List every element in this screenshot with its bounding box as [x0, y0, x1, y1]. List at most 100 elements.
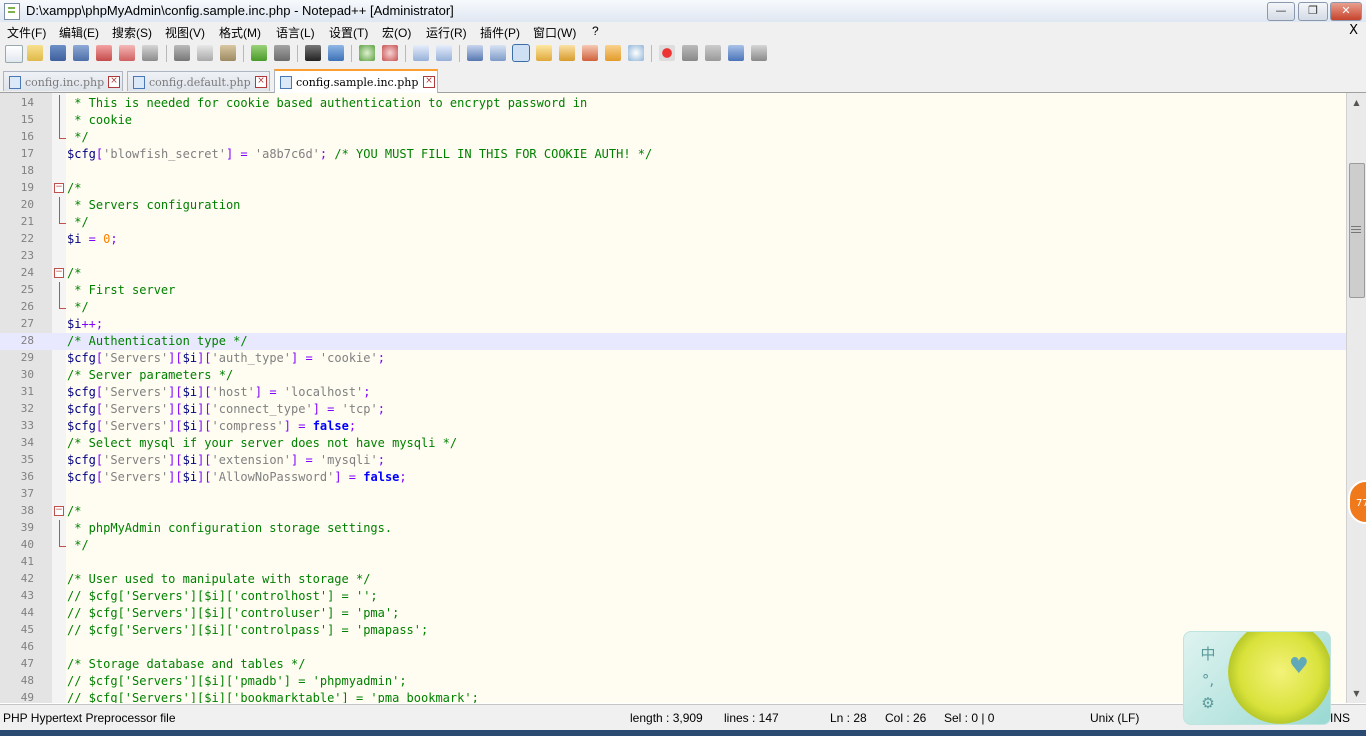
indent-guide-icon[interactable] [512, 44, 530, 62]
code-line[interactable]: 19 −/* [0, 180, 1346, 197]
save-macro-icon[interactable] [751, 45, 767, 61]
stop-macro-icon[interactable] [682, 45, 698, 61]
zoom-in-icon[interactable] [359, 45, 375, 61]
tab-config-inc-php[interactable]: config.inc.php × [3, 71, 123, 91]
open-file-icon[interactable] [27, 45, 43, 61]
code-line[interactable]: 16 */ [0, 129, 1346, 146]
menu-format[interactable]: 格式(M) [219, 24, 261, 41]
code-line[interactable]: 45 // $cfg['Servers'][$i]['controlpass'] … [0, 622, 1346, 639]
code-line[interactable]: 20 * Servers configuration [0, 197, 1346, 214]
fold-toggle-icon[interactable]: − [54, 183, 64, 193]
zoom-out-icon[interactable] [382, 45, 398, 61]
scroll-up-arrow-icon[interactable]: ▲ [1350, 96, 1363, 109]
folder-workspace-icon[interactable] [605, 45, 621, 61]
code-line[interactable]: 44 // $cfg['Servers'][$i]['controluser'] … [0, 605, 1346, 622]
function-list-icon[interactable] [582, 45, 598, 61]
menu-plugins[interactable]: 插件(P) [480, 24, 520, 41]
menu-edit[interactable]: 编辑(E) [59, 24, 99, 41]
word-wrap-icon[interactable] [467, 45, 483, 61]
ime-settings-icon[interactable]: ⚙ [1198, 693, 1218, 713]
menu-file[interactable]: 文件(F) [7, 24, 46, 41]
code-line[interactable]: 35 $cfg['Servers'][$i]['extension'] = 'my… [0, 452, 1346, 469]
menu-macro[interactable]: 宏(O) [382, 24, 411, 41]
tab-close-icon[interactable]: × [423, 76, 435, 88]
menu-help[interactable]: ? [592, 24, 599, 38]
code-line[interactable]: 33 $cfg['Servers'][$i]['compress'] = fals… [0, 418, 1346, 435]
sync-vertical-icon[interactable] [413, 45, 429, 61]
close-document-button[interactable]: X [1349, 23, 1358, 38]
close-icon[interactable] [96, 45, 112, 61]
close-all-icon[interactable] [119, 45, 135, 61]
code-line[interactable]: 24 −/* [0, 265, 1346, 282]
restore-button[interactable]: ❐ [1298, 2, 1328, 21]
scroll-down-arrow-icon[interactable]: ▼ [1350, 687, 1363, 700]
tab-config-sample-inc-php[interactable]: config.sample.inc.php × [274, 69, 438, 93]
code-line[interactable]: 30 /* Server parameters */ [0, 367, 1346, 384]
user-lang-icon[interactable] [536, 45, 552, 61]
code-line[interactable]: 32 $cfg['Servers'][$i]['connect_type'] = … [0, 401, 1346, 418]
chinese-mode-icon[interactable]: 中 [1198, 644, 1218, 664]
code-line[interactable]: 41 [0, 554, 1346, 571]
vertical-scrollbar[interactable]: ▲ ▼ [1346, 93, 1366, 703]
undo-icon[interactable] [251, 45, 267, 61]
code-line[interactable]: 14 * This is needed for cookie based aut… [0, 95, 1346, 112]
code-line[interactable]: 22 $i = 0; [0, 231, 1346, 248]
insert-mode-label[interactable]: INS [1330, 711, 1350, 725]
menu-search[interactable]: 搜索(S) [112, 24, 152, 41]
minimize-button[interactable]: — [1267, 2, 1295, 21]
close-window-button[interactable]: ✕ [1330, 2, 1362, 21]
tab-close-icon[interactable]: × [108, 76, 120, 88]
code-line[interactable]: 49 // $cfg['Servers'][$i]['bookmarktable'… [0, 690, 1346, 703]
code-line[interactable]: 40 */ [0, 537, 1346, 554]
new-file-icon[interactable] [5, 45, 23, 63]
tab-config-default-php[interactable]: config.default.php × [127, 71, 270, 91]
save-all-icon[interactable] [73, 45, 89, 61]
doc-map-icon[interactable] [559, 45, 575, 61]
fold-toggle-icon[interactable]: − [54, 506, 64, 516]
code-line[interactable]: 15 * cookie [0, 112, 1346, 129]
eol-format-label[interactable]: Unix (LF) [1090, 711, 1139, 725]
menu-settings[interactable]: 设置(T) [329, 24, 368, 41]
code-line[interactable]: 23 [0, 248, 1346, 265]
save-icon[interactable] [50, 45, 66, 61]
tab-close-icon[interactable]: × [255, 76, 267, 88]
code-line[interactable]: 27 $i++; [0, 316, 1346, 333]
record-macro-icon[interactable] [659, 45, 675, 61]
code-line[interactable]: 31 $cfg['Servers'][$i]['host'] = 'localho… [0, 384, 1346, 401]
code-line[interactable]: 26 */ [0, 299, 1346, 316]
menu-run[interactable]: 运行(R) [426, 24, 467, 41]
punctuation-mode-icon[interactable]: °, [1198, 670, 1218, 690]
code-line[interactable]: 21 */ [0, 214, 1346, 231]
code-line[interactable]: 39 * phpMyAdmin configuration storage se… [0, 520, 1346, 537]
code-line[interactable]: 34 /* Select mysql if your server does no… [0, 435, 1346, 452]
print-icon[interactable] [142, 45, 158, 61]
code-line[interactable]: 42 /* User used to manipulate with storag… [0, 571, 1346, 588]
play-macro-icon[interactable] [705, 45, 721, 61]
paste-icon[interactable] [220, 45, 236, 61]
ime-toolbar[interactable]: ♥ 中 °, ⚙ [1183, 631, 1331, 725]
replace-icon[interactable] [328, 45, 344, 61]
sync-horizontal-icon[interactable] [436, 45, 452, 61]
code-editor[interactable]: 14 * This is needed for cookie based aut… [0, 93, 1346, 703]
copy-icon[interactable] [197, 45, 213, 61]
menu-language[interactable]: 语言(L) [276, 24, 315, 41]
code-line[interactable]: 37 [0, 486, 1346, 503]
code-line[interactable]: 46 [0, 639, 1346, 656]
code-line[interactable]: 38 −/* [0, 503, 1346, 520]
fold-toggle-icon[interactable]: − [54, 268, 64, 278]
find-icon[interactable] [305, 45, 321, 61]
code-line[interactable]: 48 // $cfg['Servers'][$i]['pmadb'] = 'php… [0, 673, 1346, 690]
redo-icon[interactable] [274, 45, 290, 61]
code-line[interactable]: 36 $cfg['Servers'][$i]['AllowNoPassword']… [0, 469, 1346, 486]
code-line[interactable]: 28 /* Authentication type */ [0, 333, 1346, 350]
code-line[interactable]: 17 $cfg['blowfish_secret'] = 'a8b7c6d'; /… [0, 146, 1346, 163]
run-macro-multiple-icon[interactable] [728, 45, 744, 61]
code-line[interactable]: 25 * First server [0, 282, 1346, 299]
cut-icon[interactable] [174, 45, 190, 61]
code-line[interactable]: 43 // $cfg['Servers'][$i]['controlhost'] … [0, 588, 1346, 605]
monitoring-icon[interactable] [628, 45, 644, 61]
code-line[interactable]: 18 [0, 163, 1346, 180]
menu-window[interactable]: 窗口(W) [533, 24, 576, 41]
code-line[interactable]: 29 $cfg['Servers'][$i]['auth_type'] = 'co… [0, 350, 1346, 367]
menu-view[interactable]: 视图(V) [165, 24, 205, 41]
